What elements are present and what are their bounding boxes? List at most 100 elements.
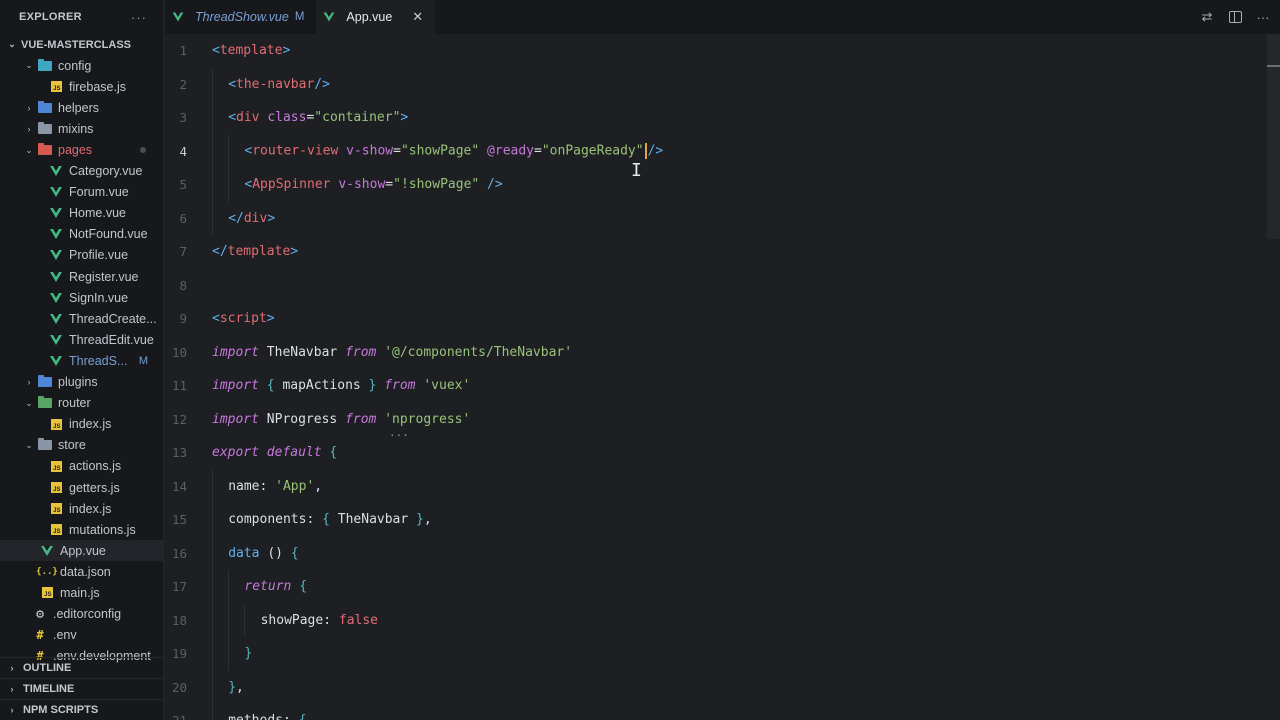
indent-guide	[244, 603, 246, 637]
code-token: "container"	[314, 110, 401, 126]
line-number: 17	[171, 579, 187, 595]
split-editor-icon[interactable]	[1228, 10, 1242, 24]
tab-app-label: App.vue	[346, 9, 393, 24]
code-line: 2 <the-navbar/>	[165, 67, 1280, 101]
line-number: 8	[179, 277, 187, 293]
code-token: =	[385, 177, 394, 193]
tree-item[interactable]: Forum.vue	[0, 182, 164, 203]
code-line: 6 </div>	[165, 201, 1280, 235]
code-text: </div>	[228, 211, 275, 226]
folder-icon	[38, 58, 52, 73]
tree-item-label: App.vue	[60, 543, 106, 558]
code-text: <template>	[212, 43, 290, 58]
code-editor[interactable]: 1 <template> 2 <the-navbar/> 3 <div class="co…	[165, 34, 1280, 720]
indent-guide	[212, 603, 213, 637]
text-caret	[644, 143, 647, 160]
more-actions-icon[interactable]: ···	[131, 10, 147, 25]
vue-file-icon	[49, 185, 63, 199]
code-text: <router-view v-show="showPage" @ready="o…	[244, 143, 663, 160]
tree-item-label: Forum.vue	[69, 185, 129, 200]
tree-item[interactable]: Profile.vue	[0, 245, 164, 266]
tree-item[interactable]: ⌄ config	[0, 55, 164, 76]
vue-file-icon	[49, 270, 63, 284]
indent-guide	[212, 469, 213, 503]
chevron-right-icon: ›	[10, 705, 14, 715]
chevron-down-icon: ⌄	[8, 39, 16, 50]
more-actions-icon[interactable]: ···	[1256, 10, 1270, 25]
code-text: }	[244, 646, 252, 661]
code-token: import	[212, 411, 259, 427]
tree-item[interactable]: ⌄ router	[0, 393, 164, 414]
sidebar-panels: › OUTLINE › TIMELINE › NPM SCRIPTS	[0, 657, 164, 720]
tree-item-label: SignIn.vue	[69, 290, 129, 305]
tree-item[interactable]: NotFound.vue	[0, 224, 164, 245]
tree-item[interactable]: Category.vue	[0, 161, 164, 182]
tree-item[interactable]: JS index.js	[0, 498, 164, 519]
tree-item[interactable]: JS getters.js	[0, 477, 164, 498]
code-token: <	[212, 311, 220, 327]
tree-item[interactable]: JS actions.js	[0, 456, 164, 477]
tree-item[interactable]: › plugins	[0, 372, 164, 393]
tree-item[interactable]: JS main.js	[0, 582, 164, 603]
tree-item[interactable]: ⚙ .editorconfig	[0, 604, 164, 625]
compare-changes-icon[interactable]: ⇄	[1200, 9, 1214, 24]
tree-item[interactable]: ThreadS... M	[0, 350, 164, 371]
tree-item[interactable]: {..} data.json	[0, 561, 164, 582]
code-text: },	[228, 680, 244, 695]
line-number: 3	[179, 110, 187, 126]
code-token: methods:	[228, 713, 298, 720]
code-token: ,	[423, 512, 432, 528]
code-text: <script>	[212, 311, 275, 326]
code-text: <div class="container">	[228, 110, 408, 125]
panel-timeline-label: TIMELINE	[23, 683, 75, 695]
indent-guide	[212, 503, 213, 537]
panel-outline-label: OUTLINE	[23, 662, 72, 674]
tree-item-label: plugins	[58, 375, 98, 390]
code-token: =	[534, 143, 542, 159]
tree-item[interactable]: # .env	[0, 625, 164, 646]
code-token: mapActions	[274, 378, 369, 394]
code-token: v-show	[346, 143, 394, 159]
code-token: div	[236, 110, 260, 126]
chevron-down-icon: ⌄	[25, 397, 33, 408]
vue-file-icon	[49, 227, 63, 241]
tree-item[interactable]: › helpers	[0, 97, 164, 118]
modified-badge: M	[138, 354, 148, 367]
tree-item[interactable]: ⌄ pages	[0, 139, 164, 160]
code-token: >	[290, 244, 299, 260]
code-token: showPage:	[260, 612, 339, 628]
tree-item[interactable]: ThreadEdit.vue	[0, 329, 164, 350]
close-tab-icon[interactable]: ✕	[412, 9, 423, 25]
tab-app[interactable]: App.vue ✕	[316, 0, 436, 34]
tree-item[interactable]: › mixins	[0, 118, 164, 139]
panel-outline[interactable]: › OUTLINE	[0, 657, 164, 678]
tree-item[interactable]: JS mutations.js	[0, 519, 164, 540]
folder-icon	[38, 438, 52, 452]
scrollbar-cursor-mark	[1267, 65, 1280, 67]
code-token: >	[266, 311, 275, 327]
vue-file-icon	[40, 544, 54, 558]
panel-timeline[interactable]: › TIMELINE	[0, 678, 164, 699]
tree-item-label: NotFound.vue	[69, 227, 148, 242]
tree-item[interactable]: SignIn.vue	[0, 287, 164, 308]
vue-file-icon	[49, 333, 63, 347]
tree-item-label: config	[58, 58, 92, 73]
code-token: AppSpinner	[252, 177, 331, 193]
tree-item[interactable]: Home.vue	[0, 203, 164, 224]
tree-item[interactable]: Register.vue	[0, 266, 164, 287]
tree-item[interactable]: ThreadCreate...	[0, 308, 164, 329]
panel-npm-scripts[interactable]: › NPM SCRIPTS	[0, 699, 164, 720]
code-token: ,	[314, 478, 323, 494]
tree-item[interactable]: ⌄ store	[0, 435, 164, 456]
tree-item[interactable]: App.vue	[0, 540, 164, 562]
tree-item-label: getters.js	[69, 480, 120, 495]
text-cursor-icon: I	[631, 160, 642, 181]
folder-icon	[38, 143, 52, 157]
indent-guide	[212, 101, 213, 135]
tree-item[interactable]: JS firebase.js	[0, 76, 164, 97]
workspace-root[interactable]: ⌄ VUE-MASTERCLASS	[0, 34, 164, 55]
tree-item[interactable]: JS index.js	[0, 414, 164, 435]
tab-threadshow[interactable]: ThreadShow.vue M	[165, 0, 316, 34]
explorer-header: EXPLORER ···	[0, 0, 163, 34]
